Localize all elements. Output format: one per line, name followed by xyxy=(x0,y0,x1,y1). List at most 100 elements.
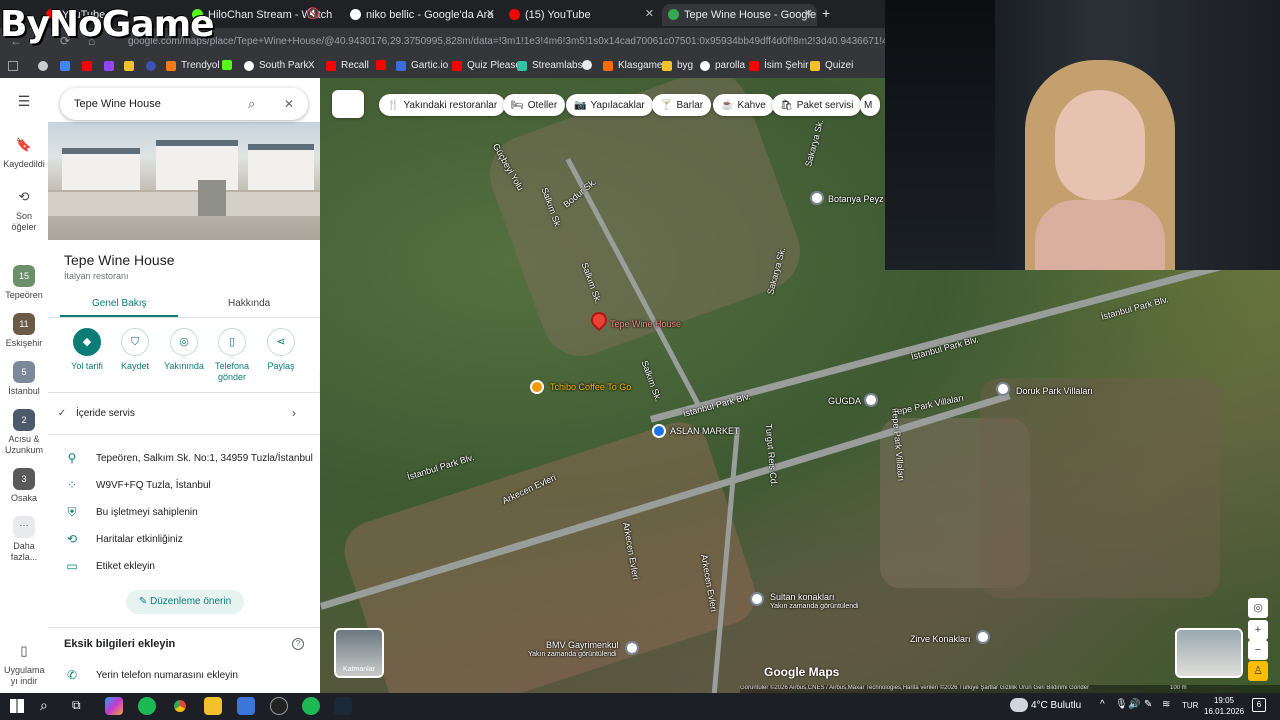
close-icon[interactable]: ✕ xyxy=(284,88,294,120)
poi-label[interactable]: Doruk Park Villaları xyxy=(1016,386,1093,396)
bookmark-quizei[interactable]: Quizei xyxy=(810,60,853,71)
spotify-icon[interactable] xyxy=(302,697,320,715)
language-indicator[interactable]: TUR xyxy=(1182,701,1198,710)
windows-start-icon[interactable] xyxy=(10,699,24,713)
bookmark-icon[interactable] xyxy=(38,61,48,71)
search-icon[interactable]: ⌕ xyxy=(40,697,48,714)
poi-label[interactable]: Zirve Konakları xyxy=(910,634,971,644)
claim-business-row[interactable]: ⛨ Bu işletmeyi sahiplenin xyxy=(48,500,320,524)
selected-place-label[interactable]: Tepe Wine House xyxy=(610,319,681,329)
poi-label[interactable]: GUGDA xyxy=(828,396,861,406)
chip-takeout[interactable]: 🛍 Paket servisi xyxy=(772,94,862,116)
tab-youtube-2[interactable]: (15) YouTube ✕ xyxy=(503,4,658,26)
share-button[interactable]: ⋖ Paylaş xyxy=(256,328,306,372)
rail-tepeoren[interactable]: 15 Tepeören xyxy=(0,265,48,301)
url-field[interactable]: google.com/maps/place/Tepe+Wine+House/@4… xyxy=(128,33,888,51)
bookmark-parolla[interactable]: parolla xyxy=(700,60,745,71)
rail-saved[interactable]: 🔖 Kaydedildi xyxy=(0,134,48,170)
attribution-text[interactable]: Görüntüler ©2026 Airbus,CNES / Airbus,Ma… xyxy=(740,685,1089,691)
mute-icon[interactable]: 🔇 xyxy=(306,7,320,20)
service-row[interactable]: ✓ İçeride servis › xyxy=(48,401,320,425)
poi-marker-icon[interactable] xyxy=(976,630,990,644)
bookmark-south-park[interactable]: South Park xyxy=(244,60,308,71)
poi-label[interactable]: Sultan konakları xyxy=(770,592,835,602)
apps-icon[interactable] xyxy=(8,61,18,71)
bookmark-recall[interactable]: Recall xyxy=(326,60,369,71)
bookmark-icon[interactable] xyxy=(60,61,70,71)
rail-acisu[interactable]: 2 Acısu & Uzunkum xyxy=(0,409,48,456)
search-input[interactable]: Tepe Wine House ⌕ ✕ xyxy=(60,88,308,120)
bookmark-trendyol[interactable]: Trendyol xyxy=(166,60,220,71)
poi-label[interactable]: ASLAN MARKET xyxy=(670,426,740,436)
rail-eskisehir[interactable]: 11 Eskişehir xyxy=(0,313,48,349)
tab-google-maps[interactable]: Tepe Wine House - Google Har ✕ xyxy=(662,4,817,26)
send-to-phone-button[interactable]: ▯ Telefona gönder xyxy=(207,328,257,383)
street-view-thumbnail[interactable] xyxy=(1175,628,1243,678)
task-view-icon[interactable]: ⧉ xyxy=(72,698,81,713)
bookmark-generic[interactable] xyxy=(376,60,391,70)
steam-icon[interactable] xyxy=(334,697,352,715)
microphone-icon[interactable]: 🎙 xyxy=(1115,699,1128,710)
bookmark-quiz-please[interactable]: Quiz Please xyxy=(452,60,521,71)
bookmark-generic[interactable] xyxy=(582,60,597,70)
save-button[interactable]: ⛉ Kaydet xyxy=(110,328,160,372)
poi-label[interactable]: BMV Gayrimenkul xyxy=(546,640,619,650)
layers-button[interactable]: Katmanlar xyxy=(334,628,384,678)
bookmark-kick[interactable] xyxy=(222,60,237,70)
menu-icon[interactable]: ☰ xyxy=(0,94,48,108)
poi-marker-icon[interactable] xyxy=(625,641,639,655)
map-type-toggle[interactable] xyxy=(332,90,364,118)
bookmark-icon[interactable] xyxy=(104,61,114,71)
close-icon[interactable]: ✕ xyxy=(645,7,654,20)
copilot-icon[interactable] xyxy=(105,697,123,715)
chip-things-to-do[interactable]: 📷 Yapılacaklar xyxy=(566,94,653,116)
zoom-in-button[interactable]: + xyxy=(1248,620,1268,640)
bookmark-klasgame[interactable]: Klasgame xyxy=(603,60,662,71)
bookmark-x[interactable]: X xyxy=(308,60,315,71)
poi-label[interactable]: Tchibo Coffee To Go xyxy=(550,382,631,392)
file-explorer-icon[interactable] xyxy=(204,697,222,715)
address-row[interactable]: ⚲ Tepeören, Salkım Sk. No:1, 34959 Tuzla… xyxy=(48,446,320,470)
place-category[interactable]: İtalyan restoranı xyxy=(64,271,129,281)
clock[interactable]: 19:05 16.01.2026 xyxy=(1204,695,1244,717)
notification-icon[interactable]: 6 xyxy=(1252,698,1266,712)
zoom-out-button[interactable]: − xyxy=(1248,640,1268,660)
bookmark-byg[interactable]: byg xyxy=(662,60,693,71)
pegman-icon[interactable]: ♙ xyxy=(1248,661,1268,681)
rail-istanbul[interactable]: 5 İstanbul xyxy=(0,361,48,397)
wifi-icon[interactable]: ≋ xyxy=(1162,699,1170,710)
suggest-edit-button[interactable]: ✎ Düzenleme önerin xyxy=(126,590,244,614)
chrome-icon[interactable] xyxy=(171,697,189,715)
bookmark-icon[interactable] xyxy=(146,61,156,71)
bookmark-isim-sehir[interactable]: İsim Şehir xyxy=(749,60,808,71)
poi-marker-icon[interactable] xyxy=(996,382,1010,396)
poi-marker-icon[interactable] xyxy=(864,393,878,407)
directions-button[interactable]: ◆ Yol tarifi xyxy=(62,328,112,372)
rail-recent[interactable]: ⟲ Son öğeler xyxy=(0,186,48,233)
search-icon[interactable]: ⌕ xyxy=(248,88,255,120)
poi-marker-icon[interactable] xyxy=(750,592,764,606)
chevron-up-icon[interactable]: ^ xyxy=(1100,699,1105,710)
place-photo[interactable] xyxy=(48,122,320,240)
volume-icon[interactable]: 🔊 xyxy=(1128,699,1140,710)
weather-text[interactable]: 4°C Bulutlu xyxy=(1031,700,1081,711)
bookmark-gartic[interactable]: Gartic.io xyxy=(396,60,448,71)
chip-hotels[interactable]: 🛏 Oteller xyxy=(503,94,566,116)
close-icon[interactable]: ✕ xyxy=(804,7,813,20)
bookmark-streamlabs[interactable]: Streamlabs xyxy=(517,60,583,71)
app-icon[interactable] xyxy=(237,697,255,715)
bookmark-icon[interactable] xyxy=(124,61,134,71)
bookmark-icon[interactable] xyxy=(82,61,92,71)
tab-about[interactable]: Hakkında xyxy=(228,298,270,309)
pen-icon[interactable]: ✎ xyxy=(1144,699,1152,710)
tab-google-search[interactable]: niko bellic - Google'da Ara ✕ xyxy=(344,4,499,26)
new-tab-button[interactable]: + xyxy=(822,5,830,21)
tab-overview[interactable]: Genel Bakış xyxy=(92,298,146,309)
poi-marker-icon[interactable] xyxy=(810,191,824,205)
help-icon[interactable]: ? xyxy=(292,638,304,650)
spotify-icon[interactable] xyxy=(138,697,156,715)
coffee-marker-icon[interactable] xyxy=(530,380,544,394)
maps-activity-row[interactable]: ⟲ Haritalar etkinliğiniz xyxy=(48,527,320,551)
add-phone-row[interactable]: ✆ Yerin telefon numarasını ekleyin xyxy=(48,663,320,687)
nearby-button[interactable]: ◎ Yakınında xyxy=(159,328,209,372)
